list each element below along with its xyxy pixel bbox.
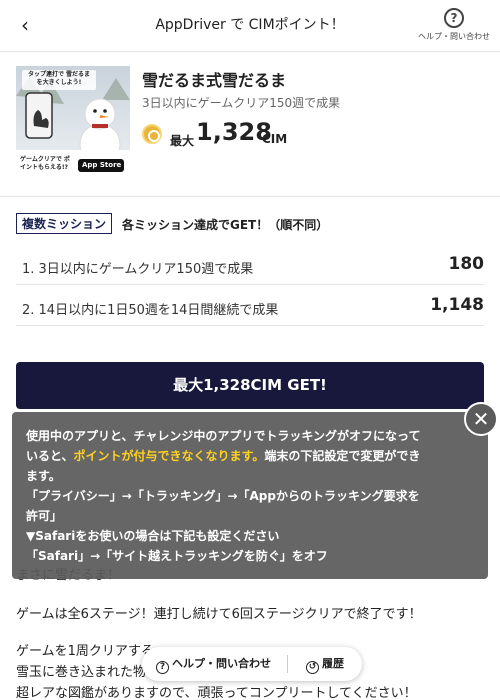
mission-note: 各ミッション達成でGET！（順不同） (122, 218, 329, 232)
overlay-line: 許可」 (26, 509, 63, 523)
bottom-floating-bar: ? ヘルプ・問い合わせ ↺ 履歴 (142, 647, 362, 681)
max-amount: 1,328 (196, 118, 272, 146)
description-line: ゲームを1周クリアする (16, 644, 154, 659)
description-line: 超レアな図鑑がありますので、頑張ってコンプリートしてください！ (16, 686, 417, 700)
mission-row: 1. 3日以内にゲームクリア150週で成果 180 (16, 245, 484, 285)
overlay-line: ▼Safariをお使いの場合は下記も設定ください (26, 529, 280, 543)
description-line: 雪玉に巻き込まれた物 (16, 665, 147, 680)
thumbnail-caption-text: ゲームクリアで ポイントもらえる!? (20, 156, 70, 171)
overlay-text: いると、 (26, 449, 74, 463)
app-store-badge: App Store (82, 161, 122, 169)
app-name: 雪だるま式雪だるま (142, 71, 287, 90)
header-bar: ‹ AppDriver で CIMポイント！ ? ヘルプ・問い合わせ (0, 0, 500, 52)
thumbnail-banner-text: タップ連打で 雪だるまを大きくしよう! (27, 71, 91, 86)
app-summary: タップ連打で 雪だるまを大きくしよう! ゲームクリアで ポイントもらえる!? A… (0, 52, 500, 197)
history-label: 履歴 (322, 657, 344, 670)
max-label: 最大 (170, 134, 195, 148)
overlay-highlight: ポイントが付与できなくなります。 (73, 449, 265, 463)
overlay-line: 使用中のアプリと、チャレンジ中のアプリでトラッキングがオフになって (26, 429, 421, 443)
mission-text: 1. 3日以内にゲームクリア150週で成果 (22, 262, 254, 277)
multi-mission-badge: 複数ミッション (16, 213, 113, 234)
overlay-line: いると、ポイントが付与できなくなります。端末の下記設定で変更ができ (26, 446, 476, 466)
mission-points: 1,148 (430, 295, 484, 315)
divider (287, 655, 288, 673)
help-contact-label: ヘルプ・問い合わせ (172, 657, 271, 670)
question-icon: ? (156, 661, 169, 674)
app-thumbnail: タップ連打で 雪だるまを大きくしよう! ゲームクリアで ポイントもらえる!? A… (16, 66, 130, 176)
overlay-line: 「Safari」→「サイト越えトラッキングを防ぐ」をオフ (26, 549, 328, 563)
app-subtitle: 3日以内にゲームクリア150週で成果 (142, 96, 341, 110)
mission-row: 2. 14日以内に1日50週を14日間継続で成果 1,148 (16, 286, 484, 326)
mission-points: 180 (448, 254, 485, 274)
overlay-line: 「プライバシー」→「トラッキング」→「Appからのトラッキング要求を (26, 489, 420, 503)
description-line: ゲームは全6ステージ！連打し続けて6回ステージクリアで終了です！ (16, 607, 422, 622)
help-button[interactable]: ? ヘルプ・問い合わせ (416, 8, 492, 42)
help-label: ヘルプ・問い合わせ (418, 32, 490, 41)
cim-coin-icon (142, 124, 162, 144)
question-icon: ? (444, 8, 464, 28)
close-overlay-button[interactable]: ✕ (464, 402, 498, 436)
get-points-button[interactable]: 最大1,328CIM GET! (16, 362, 484, 409)
overlay-line: ます。 (26, 469, 61, 483)
history-link[interactable]: ↺ 履歴 (306, 647, 344, 681)
tracking-warning-overlay: 使用中のアプリと、チャレンジ中のアプリでトラッキングがオフになって いると、ポイ… (12, 412, 488, 579)
mission-text: 2. 14日以内に1日50週を14日間継続で成果 (22, 303, 279, 318)
point-unit: CIM (262, 132, 288, 146)
help-contact-link[interactable]: ? ヘルプ・問い合わせ (156, 647, 271, 681)
history-icon: ↺ (306, 661, 319, 674)
overlay-text: 端末の下記設定で変更ができ (264, 449, 421, 463)
